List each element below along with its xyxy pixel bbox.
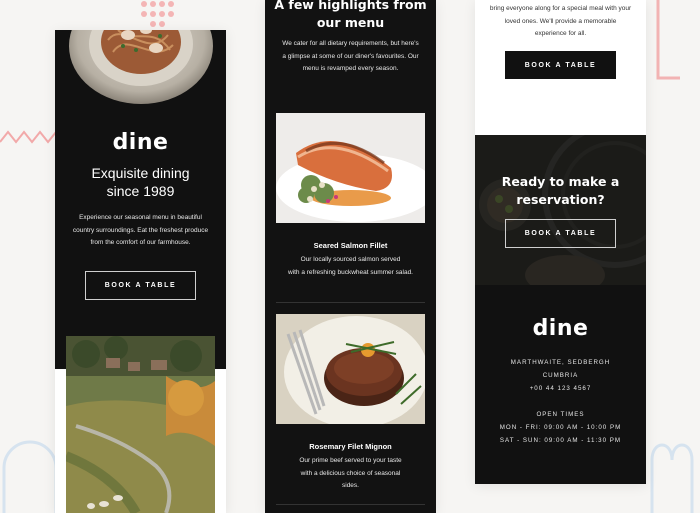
mobile-menu-screen: A few highlights from our menu We cater …	[265, 0, 436, 513]
pasta-dish-image	[69, 30, 213, 104]
farmhouse-landscape-image	[66, 336, 215, 513]
book-table-button[interactable]: BOOK A TABLE	[85, 271, 196, 300]
pink-bracket-decoration	[656, 0, 680, 80]
brand-logo: dine	[532, 316, 589, 341]
intro-line: from the comfort of our farmhouse.	[90, 239, 191, 246]
reservation-banner	[475, 135, 646, 285]
divider	[276, 302, 425, 303]
dish-name: Rosemary Filet Mignon	[309, 442, 392, 451]
title-line: Ready to make a	[501, 174, 620, 189]
blue-arc-decoration	[2, 440, 58, 513]
title-line: reservation?	[516, 192, 605, 207]
filet-mignon-image	[276, 314, 425, 424]
desc-line: with a refreshing buckwheat summer salad…	[287, 268, 413, 276]
tagline-line: since 1989	[106, 183, 175, 199]
hours-heading: OPEN TIMES	[536, 411, 585, 418]
desc-line: Our locally sourced salmon served	[300, 256, 401, 263]
intro-line: country surroundings. Eat the freshest p…	[72, 226, 209, 234]
hours-line: MON - FRI: 09:00 AM - 10:00 PM	[499, 423, 622, 431]
book-table-button[interactable]: BOOK A TABLE	[505, 219, 616, 248]
desc-line: with a delicious choice of seasonal	[300, 469, 401, 477]
intro-line: a glimpse at some of our diner's favouri…	[282, 52, 419, 60]
address-line: MARTHWAITE, SEDBERGH	[510, 359, 611, 366]
menu-intro-text: We cater for all dietary requirements, b…	[265, 38, 436, 76]
address-block: MARTHWAITE, SEDBERGH CUMBRIA +00 44 123 …	[475, 357, 646, 395]
hero-intro-text: Experience our seasonal menu in beautifu…	[55, 212, 226, 250]
dish-description: Our prime beef served to your taste with…	[265, 455, 436, 493]
dish-description: Our locally sourced salmon served with a…	[265, 254, 436, 279]
text-line: loved ones. We'll provide a memorable	[504, 17, 617, 25]
desc-line: Our prime beef served to your taste	[299, 457, 402, 464]
desc-line: sides.	[342, 482, 359, 489]
hero-tagline: Exquisite dining since 1989	[55, 164, 226, 200]
intro-line: We cater for all dietary requirements, b…	[282, 40, 419, 47]
divider	[276, 504, 425, 505]
tagline-line: Exquisite dining	[91, 165, 190, 181]
mobile-reservation-screen: bring everyone along for a special meal …	[475, 0, 646, 484]
reservation-title: Ready to make a reservation?	[475, 173, 646, 209]
salmon-dish-image	[276, 113, 425, 223]
title-line: our menu	[316, 15, 385, 30]
address-line: CUMBRIA	[542, 371, 579, 379]
book-table-button[interactable]: BOOK A TABLE	[505, 51, 616, 79]
blue-wave-decoration	[650, 443, 694, 513]
mobile-home-screen: dine Exquisite dining since 1989 Experie…	[55, 30, 226, 513]
experience-text: bring everyone along for a special meal …	[475, 3, 646, 41]
phone-number[interactable]: +00 44 123 4567	[475, 383, 646, 396]
title-line: A few highlights from	[274, 0, 427, 12]
text-line: experience for all.	[534, 30, 587, 37]
dish-name: Seared Salmon Fillet	[313, 241, 388, 250]
intro-line: menu is revamped every season.	[302, 65, 399, 72]
text-line: bring everyone along for a special meal …	[489, 5, 632, 12]
hours-line: SAT - SUN: 09:00 AM - 11:30 PM	[499, 436, 622, 444]
menu-section-title: A few highlights from our menu	[265, 0, 436, 32]
pink-zigzag-decoration	[0, 130, 56, 144]
pink-dots-decoration	[141, 1, 174, 27]
brand-logo: dine	[112, 130, 169, 155]
intro-line: Experience our seasonal menu in beautifu…	[79, 214, 202, 221]
reservation-background-image	[475, 135, 646, 285]
opening-hours: OPEN TIMES MON - FRI: 09:00 AM - 10:00 P…	[475, 409, 646, 447]
